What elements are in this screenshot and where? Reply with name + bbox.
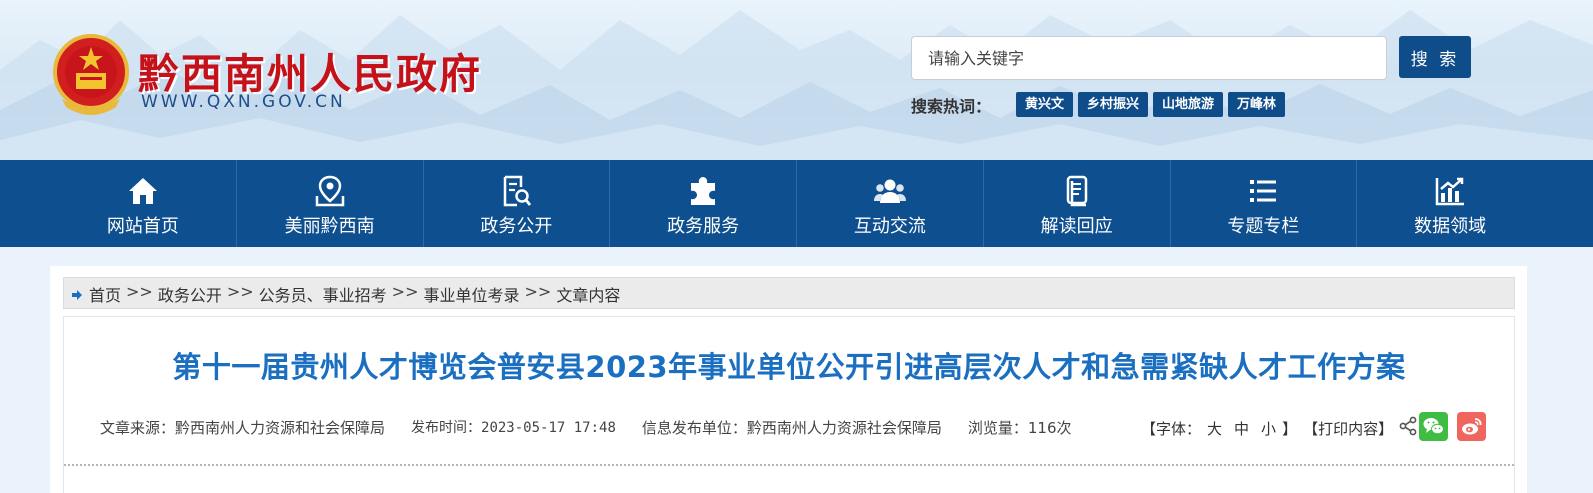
breadcrumb-recruitment[interactable]: 公务员、事业招考 xyxy=(259,282,387,306)
hot-word-tag[interactable]: 黄兴文 xyxy=(1016,92,1074,117)
article-tools: 【字体： 大 中 小 】 【打印内容】 xyxy=(1141,418,1393,439)
nav-item-special-topics[interactable]: 专题专栏 xyxy=(1169,160,1357,247)
article-meta: 文章来源：黔西南州人力资源和社会保障局 发布时间：2023-05-17 17:4… xyxy=(100,417,1098,438)
home-icon xyxy=(128,178,157,204)
nav-item-label: 网站首页 xyxy=(106,216,179,237)
nav-item-interaction[interactable]: 互动交流 xyxy=(796,160,983,247)
nav-item-data-fields[interactable]: 数据领域 xyxy=(1356,160,1543,247)
breadcrumb: 首页 >> 政务公开 >> 公务员、事业招考 >> 事业单位考录 >> 文章内容 xyxy=(63,277,1515,309)
share-weibo-button[interactable] xyxy=(1457,412,1486,441)
content-panel: 首页 >> 政务公开 >> 公务员、事业招考 >> 事业单位考录 >> 文章内容… xyxy=(50,266,1527,493)
breadcrumb-current: 文章内容 xyxy=(556,286,621,305)
share-icon[interactable] xyxy=(1398,416,1418,436)
nav-item-home[interactable]: 网站首页 xyxy=(50,160,236,247)
chart-icon xyxy=(1435,177,1465,206)
nav-item-label: 数据领域 xyxy=(1414,216,1487,237)
file-icon xyxy=(1066,175,1087,207)
wechat-icon xyxy=(1423,418,1444,435)
article-views: 浏览量：116次 xyxy=(967,419,1072,437)
nav-item-beautiful-qxn[interactable]: 美丽黔西南 xyxy=(235,160,423,247)
nav-item-label: 解读回应 xyxy=(1040,216,1113,237)
hot-words-label: 搜索热词： xyxy=(911,97,992,116)
national-emblem-logo xyxy=(53,34,129,115)
users-icon xyxy=(873,179,906,203)
breadcrumb-home[interactable]: 首页 xyxy=(89,282,121,306)
nav-item-label: 美丽黔西南 xyxy=(284,216,375,237)
share-wechat-button[interactable] xyxy=(1419,412,1448,441)
list-icon xyxy=(1250,180,1277,202)
breadcrumb-gov-affairs[interactable]: 政务公开 xyxy=(158,282,222,306)
breadcrumb-separator: >> xyxy=(126,282,153,301)
hot-word-tag[interactable]: 万峰林 xyxy=(1228,92,1286,117)
nav-item-label: 互动交流 xyxy=(853,216,926,237)
font-size-prefix: 【字体： xyxy=(1141,420,1202,438)
font-size-large-button[interactable]: 大 xyxy=(1207,418,1222,439)
nav-item-gov-services[interactable]: 政务服务 xyxy=(609,160,796,247)
breadcrumb-separator: >> xyxy=(391,282,419,301)
divider xyxy=(64,464,1514,466)
site-url: WWW.QXN.GOV.CN xyxy=(141,92,346,112)
breadcrumb-separator: >> xyxy=(524,282,552,301)
nav-item-label: 政务公开 xyxy=(480,216,553,237)
hot-words-list: 黄兴文 乡村振兴 山地旅游 万峰林 xyxy=(1016,92,1286,117)
arrow-right-icon xyxy=(72,290,82,300)
nav-item-interpretation[interactable]: 解读回应 xyxy=(982,160,1170,247)
search-input[interactable] xyxy=(911,36,1387,80)
article-source: 文章来源：黔西南州人力资源和社会保障局 xyxy=(100,419,386,437)
hot-word-tag[interactable]: 山地旅游 xyxy=(1153,92,1224,117)
search-button[interactable]: 搜 索 xyxy=(1399,36,1471,78)
font-size-small-button[interactable]: 小 xyxy=(1261,418,1276,439)
article-container: 第十一届贵州人才博览会普安县2023年事业单位公开引进高层次人才和急需紧缺人才工… xyxy=(63,316,1515,493)
site-name: 黔西南州人民政府 xyxy=(138,50,482,98)
article-publisher: 信息发布单位：黔西南州人力资源社会保障局 xyxy=(641,419,942,437)
article-title: 第十一届贵州人才博览会普安县2023年事业单位公开引进高层次人才和急需紧缺人才工… xyxy=(172,350,1406,384)
print-button[interactable]: 【打印内容】 xyxy=(1303,418,1393,439)
nav-item-label: 专题专栏 xyxy=(1227,216,1300,237)
hot-word-tag[interactable]: 乡村振兴 xyxy=(1078,92,1149,117)
breadcrumb-institution-exams[interactable]: 事业单位考录 xyxy=(423,282,519,306)
document-search-icon xyxy=(504,175,532,207)
nav-item-gov-affairs-open[interactable]: 政务公开 xyxy=(422,160,610,247)
article-publish-time: 发布时间：2023-05-17 17:48 xyxy=(411,420,616,436)
main-nav: 网站首页 美丽黔西南 政务公开 政务服务 互动交流 解读回应 专题专栏 数据领域 xyxy=(0,160,1593,247)
font-size-suffix: 】 xyxy=(1282,420,1298,438)
nav-item-label: 政务服务 xyxy=(667,216,740,237)
map-pin-icon xyxy=(315,175,344,207)
weibo-icon xyxy=(1462,418,1482,435)
breadcrumb-separator: >> xyxy=(226,282,254,301)
puzzle-icon xyxy=(691,177,716,205)
site-header: 黔西南州人民政府 WWW.QXN.GOV.CN 搜 索 搜索热词： 黄兴文 乡村… xyxy=(0,0,1593,160)
font-size-medium-button[interactable]: 中 xyxy=(1234,418,1249,439)
